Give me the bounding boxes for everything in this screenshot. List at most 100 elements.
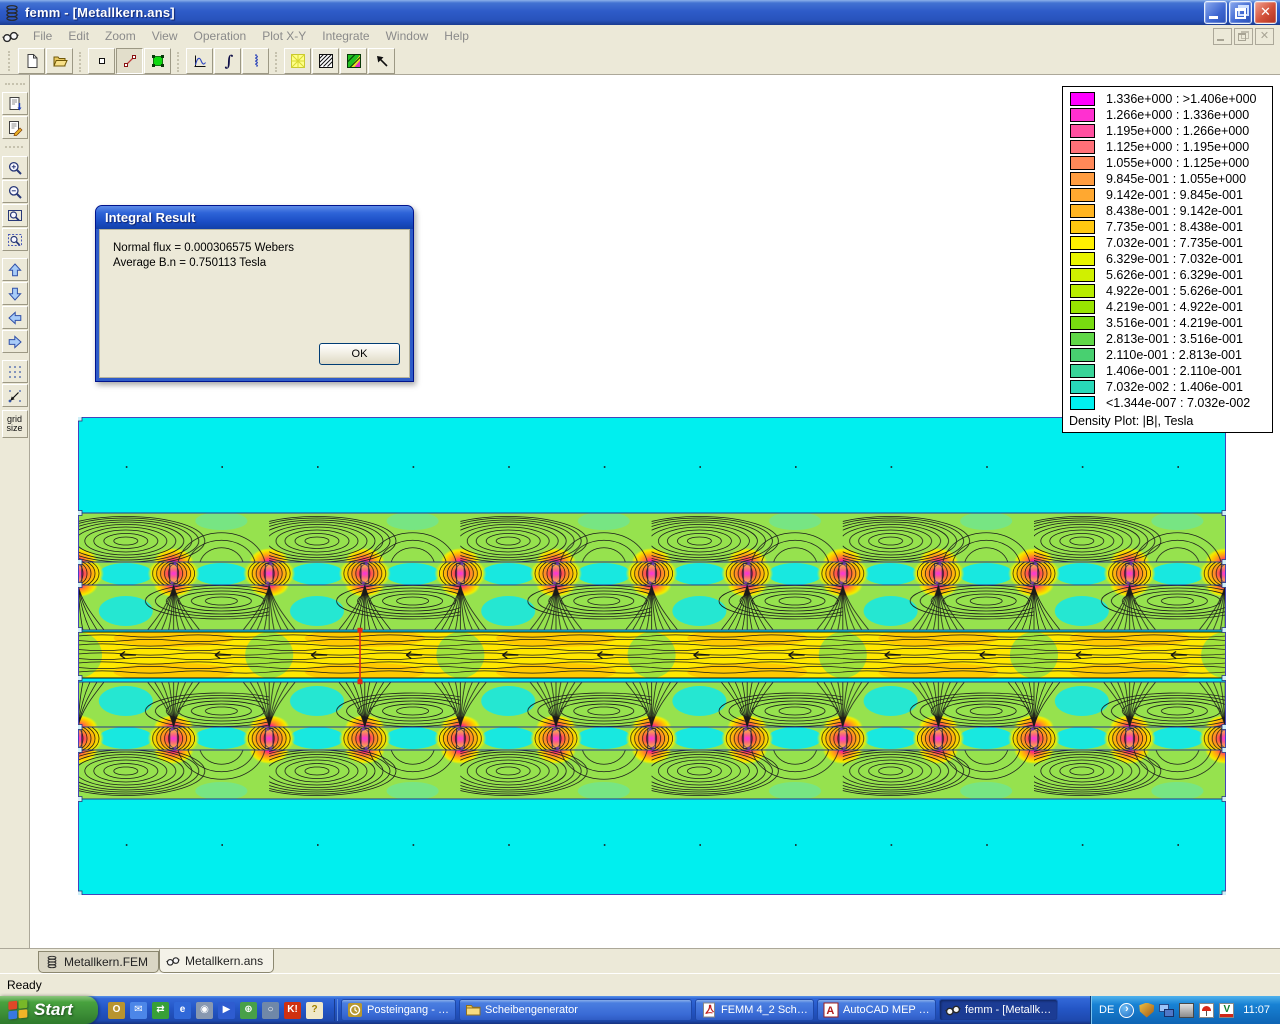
side-toolbar-button[interactable] — [2, 92, 28, 115]
legend-entry: 1.055e+000 : 1.125e+000 — [1070, 155, 1272, 171]
side-toolbar-button[interactable] — [2, 228, 28, 251]
mdi-close-button[interactable] — [1255, 28, 1274, 45]
toolbar-button[interactable] — [116, 48, 143, 74]
menu-item[interactable]: Zoom — [97, 26, 144, 46]
system-tray: DE › V 11:07 — [1090, 996, 1280, 1024]
menu-item[interactable]: Operation — [186, 26, 255, 46]
legend-range-label: 1.195e+000 : 1.266e+000 — [1106, 124, 1249, 138]
start-button[interactable]: Start — [0, 996, 98, 1024]
side-toolbar-button[interactable] — [2, 258, 28, 281]
status-text: Ready — [7, 978, 42, 992]
point-mode-icon — [99, 58, 104, 63]
taskbar-window-button[interactable]: FEMM 4_2 Scheibe... — [695, 999, 814, 1021]
zoom-window-icon — [8, 210, 21, 220]
side-toolbar-button[interactable] — [2, 330, 28, 353]
toolbar-button[interactable] — [144, 48, 171, 74]
mdi-minimize-button[interactable] — [1213, 28, 1232, 45]
globe-icon[interactable]: ◉ — [196, 1002, 213, 1019]
legend-color-swatch — [1070, 92, 1095, 106]
search-files-icon[interactable]: ○ — [262, 1002, 279, 1019]
toolbar-button[interactable] — [214, 48, 241, 74]
legend-color-swatch — [1070, 156, 1095, 170]
menu-item[interactable]: Edit — [60, 26, 97, 46]
grid-size-button[interactable]: grid size — [2, 410, 28, 438]
side-toolbar-button[interactable] — [2, 360, 28, 383]
taskbar-window-button[interactable]: Scheibengenerator — [459, 999, 692, 1021]
side-toolbar-button[interactable] — [2, 156, 28, 179]
msn-globe-icon[interactable]: ⊕ — [240, 1002, 257, 1019]
document-tab[interactable]: Metallkern.ans — [159, 949, 274, 973]
restore-button[interactable] — [1229, 1, 1252, 24]
toolbar-button[interactable] — [340, 48, 367, 74]
media-player-icon[interactable]: ▶ — [218, 1002, 235, 1019]
show-hidden-icons-button[interactable]: › — [1119, 1003, 1134, 1018]
femm-coil-icon — [3, 4, 21, 22]
ok-button[interactable]: OK — [319, 343, 400, 365]
toolbar-button[interactable] — [312, 48, 339, 74]
document-tab[interactable]: Metallkern.FEM — [38, 951, 159, 973]
menu-item[interactable]: View — [144, 26, 186, 46]
legend-color-swatch — [1070, 284, 1095, 298]
pan-right-icon — [9, 336, 21, 347]
menu-item[interactable]: File — [25, 26, 60, 46]
menu-item[interactable]: Plot X-Y — [254, 26, 314, 46]
k-tool-icon[interactable]: K! — [284, 1002, 301, 1019]
outlook-express-icon[interactable]: ✉ — [130, 1002, 147, 1019]
legend-entry: 4.219e-001 : 4.922e-001 — [1070, 299, 1272, 315]
window-title: femm - [Metallkern.ans] — [25, 5, 175, 20]
taskbar-window-button[interactable]: femm - [Metallkern... — [939, 999, 1058, 1021]
antivir-guard-icon[interactable]: V — [1219, 1003, 1234, 1018]
magnet-row — [78, 562, 1226, 585]
sync-arrows-icon[interactable]: ⇄ — [152, 1002, 169, 1019]
legend-range-label: <1.344e-007 : 7.032e-002 — [1106, 396, 1250, 410]
density-plot-canvas[interactable] — [78, 417, 1226, 895]
minimize-button[interactable] — [1204, 1, 1227, 24]
help-notes-icon[interactable]: ? — [306, 1002, 323, 1019]
menu-item[interactable]: Integrate — [314, 26, 377, 46]
security-shield-icon[interactable] — [1139, 1003, 1154, 1018]
line-contour-mode-icon — [124, 55, 135, 66]
side-toolbar-button[interactable] — [2, 116, 28, 139]
internet-explorer-icon[interactable]: e — [174, 1002, 191, 1019]
toolbar-button[interactable] — [368, 48, 395, 74]
toolbar-button[interactable] — [284, 48, 311, 74]
toolbar-button[interactable] — [18, 48, 45, 74]
taskbar-button-label: Scheibengenerator — [485, 1004, 578, 1016]
mdi-restore-button[interactable] — [1234, 28, 1253, 45]
desktop-screen: femm - [Metallkern.ans] FileEditZoomView… — [0, 0, 1280, 1024]
close-button[interactable] — [1254, 1, 1277, 24]
toolbar-button[interactable] — [88, 48, 115, 74]
toolbar-button[interactable] — [46, 48, 73, 74]
status-bar: Ready — [0, 973, 1280, 996]
side-toolbar-button[interactable] — [2, 384, 28, 407]
side-toolbar-button[interactable] — [2, 204, 28, 227]
toolbar-grip — [8, 51, 13, 71]
window-titlebar[interactable]: femm - [Metallkern.ans] — [0, 0, 1280, 25]
side-toolbar-button[interactable] — [2, 180, 28, 203]
side-toolbar-button[interactable] — [2, 282, 28, 305]
document-tab-bar: Metallkern.FEM Metallkern.ans — [0, 948, 1280, 973]
taskbar: Start O✉⇄e◉▶⊕○K!? Posteingang - Micr... … — [0, 996, 1280, 1024]
toolbar-button[interactable] — [242, 48, 269, 74]
language-indicator[interactable]: DE — [1099, 1004, 1114, 1016]
taskbar-button-label: femm - [Metallkern... — [965, 1004, 1052, 1016]
antivir-umbrella-icon[interactable] — [1199, 1003, 1214, 1018]
show-grid-icon — [9, 366, 21, 378]
remote-session-icon[interactable] — [1179, 1003, 1194, 1018]
network-monitors-icon[interactable] — [1159, 1003, 1174, 1018]
dialog-titlebar[interactable]: Integral Result — [96, 206, 413, 229]
legend-entry: 1.266e+000 : 1.336e+000 — [1070, 107, 1272, 123]
taskbar-window-button[interactable]: AutoCAD MEP 2012 — [817, 999, 936, 1021]
integral-result-dialog[interactable]: Integral Result Normal flux = 0.00030657… — [95, 205, 414, 382]
menu-item[interactable]: Help — [436, 26, 477, 46]
legend-color-swatch — [1070, 252, 1095, 266]
toolbar-button[interactable] — [186, 48, 213, 74]
side-toolbar-button[interactable] — [2, 306, 28, 329]
menu-item[interactable]: Window — [378, 26, 437, 46]
taskbar-window-button[interactable]: Posteingang - Micr... — [341, 999, 456, 1021]
legend-entry: 7.032e-002 : 1.406e-001 — [1070, 379, 1272, 395]
taskbar-clock[interactable]: 11:07 — [1243, 1004, 1270, 1016]
legend-entry: <1.344e-007 : 7.032e-002 — [1070, 395, 1272, 411]
outlook-quick-icon[interactable]: O — [108, 1002, 125, 1019]
legend-entry: 1.195e+000 : 1.266e+000 — [1070, 123, 1272, 139]
